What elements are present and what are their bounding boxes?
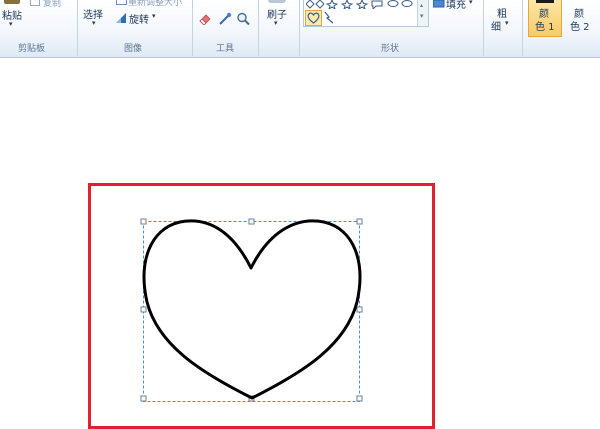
resize-icon bbox=[116, 0, 127, 5]
rotate-icon bbox=[116, 13, 126, 23]
size-dropdown-icon: ▾ bbox=[505, 19, 509, 27]
magnifier-icon[interactable] bbox=[236, 12, 250, 25]
color2-button[interactable]: 颜 色 2 bbox=[564, 0, 596, 36]
fill-label: 填充 bbox=[446, 0, 466, 11]
separator bbox=[522, 0, 523, 56]
size-button[interactable]: 粗 细 ▾ bbox=[488, 0, 518, 40]
gallery-scrollbar[interactable]: ▴ ▾ bbox=[417, 0, 428, 26]
paste-dropdown-icon: ▾ bbox=[9, 20, 13, 28]
gallery-scroll-up-icon: ▴ bbox=[420, 2, 424, 9]
brushes-dropdown-icon: ▾ bbox=[274, 19, 278, 27]
red-rectangle-shape bbox=[88, 183, 435, 429]
separator bbox=[299, 0, 300, 56]
heart-shape-selected[interactable] bbox=[305, 10, 322, 26]
shapes-gallery[interactable]: ▴ ▾ bbox=[303, 0, 429, 27]
rotate-label: 旋转 bbox=[129, 15, 149, 26]
resize-button[interactable]: 重新调整大小 bbox=[114, 0, 194, 9]
paste-button[interactable]: 粘贴 ▾ bbox=[0, 0, 28, 34]
size-label-line2: 细 bbox=[491, 22, 501, 33]
copy-label: 复制 bbox=[43, 0, 62, 9]
copy-button[interactable]: 复制 bbox=[30, 0, 70, 10]
tools-group-label: 工具 bbox=[216, 44, 235, 54]
brush-icon bbox=[268, 0, 286, 3]
color2-label-line2: 色 2 bbox=[570, 22, 590, 33]
brushes-button[interactable]: 刷子 ▾ bbox=[262, 0, 296, 34]
color1-swatch bbox=[536, 0, 554, 3]
ribbon: 粘贴 ▾ 复制 剪贴板 选择 ▾ 重新调整大小 旋转 ▾ 图像 工具 刷子 ▾ … bbox=[0, 0, 600, 58]
shapes-group-label: 形状 bbox=[381, 44, 400, 54]
select-button[interactable]: 选择 ▾ bbox=[82, 0, 108, 34]
color1-button[interactable]: 颜 色 1 bbox=[528, 0, 562, 37]
fill-icon bbox=[433, 0, 445, 8]
eraser-icon[interactable] bbox=[198, 12, 212, 25]
separator bbox=[483, 0, 484, 56]
image-group-label: 图像 bbox=[124, 44, 143, 54]
separator bbox=[258, 0, 259, 56]
separator bbox=[77, 0, 78, 56]
copy-icon bbox=[30, 0, 40, 6]
heart-icon bbox=[307, 12, 320, 24]
resize-label: 重新调整大小 bbox=[128, 0, 183, 8]
clipboard-group-label: 剪贴板 bbox=[18, 44, 46, 54]
paste-icon bbox=[4, 0, 20, 4]
color-picker-icon[interactable] bbox=[218, 12, 232, 25]
separator bbox=[192, 0, 193, 56]
shapes-row-icons bbox=[306, 0, 413, 9]
rotate-button[interactable]: 旋转 ▾ bbox=[114, 11, 164, 26]
select-dropdown-icon: ▾ bbox=[92, 19, 96, 27]
gallery-expand-icon: ▾ bbox=[420, 12, 424, 20]
fill-button[interactable]: 填充 ▾ bbox=[432, 0, 478, 14]
color1-label-line2: 色 1 bbox=[535, 22, 555, 33]
fill-dropdown-icon: ▾ bbox=[469, 0, 473, 6]
rotate-dropdown-icon: ▾ bbox=[152, 12, 156, 20]
lightning-icon[interactable] bbox=[323, 10, 335, 24]
